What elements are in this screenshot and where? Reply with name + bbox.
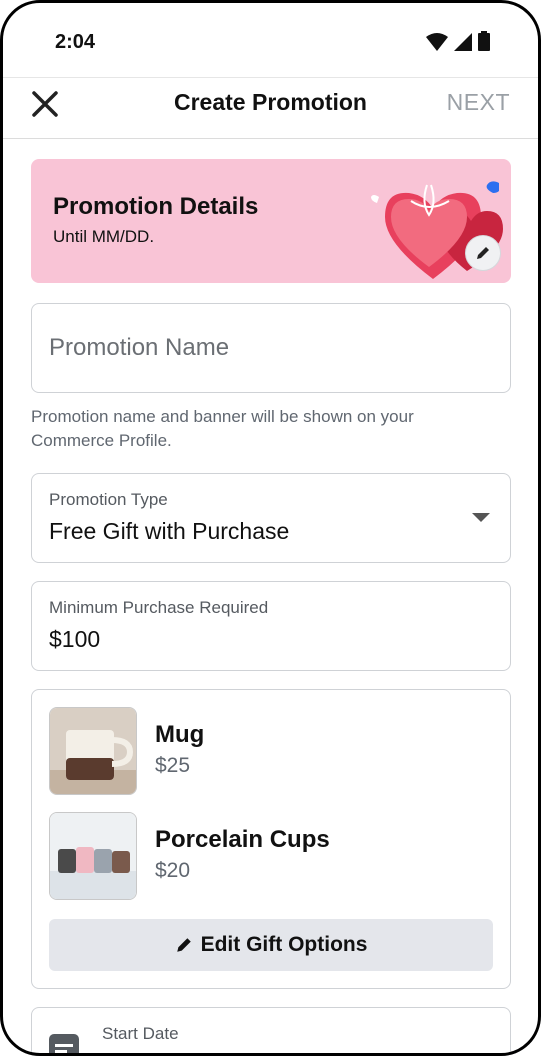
phone-frame: 2:04 Create Promotion NEXT Promotion Det…	[0, 0, 541, 1056]
chevron-down-icon	[472, 513, 490, 522]
gift-item-name: Mug	[155, 721, 205, 748]
gift-item-price: $20	[155, 859, 191, 882]
gift-item[interactable]: Mug $25	[49, 707, 489, 795]
edit-banner-button[interactable]	[465, 235, 501, 271]
calendar-icon	[49, 1034, 79, 1053]
status-bar: 2:04	[3, 3, 538, 77]
banner-title: Promotion Details	[53, 193, 259, 220]
edit-gift-options-button[interactable]: Edit Gift Options	[49, 919, 493, 971]
promotion-type-value: Free Gift with Purchase	[49, 518, 290, 544]
minimum-purchase-field[interactable]: Minimum Purchase Required $100	[31, 581, 511, 671]
signal-icon	[454, 33, 472, 51]
edit-gift-options-label: Edit Gift Options	[200, 933, 368, 956]
pencil-icon	[176, 938, 191, 952]
gift-item-price: $25	[155, 754, 191, 777]
promotion-name-placeholder: Promotion Name	[49, 334, 230, 361]
status-icons	[426, 31, 490, 51]
promotion-type-label: Promotion Type	[49, 490, 168, 509]
pencil-icon	[477, 247, 489, 259]
minimum-purchase-label: Minimum Purchase Required	[49, 598, 269, 617]
status-time: 2:04	[55, 31, 96, 53]
promotion-banner[interactable]: Promotion Details Until MM/DD.	[31, 159, 511, 283]
next-button[interactable]: NEXT	[447, 89, 510, 116]
cups-thumbnail	[49, 812, 137, 900]
start-date-label: Start Date	[102, 1024, 179, 1043]
helper-text: Promotion name and banner will be shown …	[31, 407, 414, 450]
promotion-name-field[interactable]: Promotion Name	[31, 303, 511, 393]
gift-options-card: Mug $25 Porcelain Cups $20 Edit Gift Opt…	[31, 689, 511, 989]
banner-subtitle: Until MM/DD.	[53, 227, 155, 246]
gift-item[interactable]: Porcelain Cups $20	[49, 812, 489, 900]
promotion-type-select[interactable]: Promotion Type Free Gift with Purchase	[31, 473, 511, 563]
app-bar: Create Promotion NEXT	[3, 77, 538, 139]
battery-icon	[478, 31, 490, 51]
wifi-icon	[426, 33, 448, 51]
mug-thumbnail	[49, 707, 137, 795]
minimum-purchase-value: $100	[49, 626, 101, 652]
gift-item-name: Porcelain Cups	[155, 826, 330, 853]
start-date-field[interactable]: Start Date	[31, 1007, 511, 1053]
